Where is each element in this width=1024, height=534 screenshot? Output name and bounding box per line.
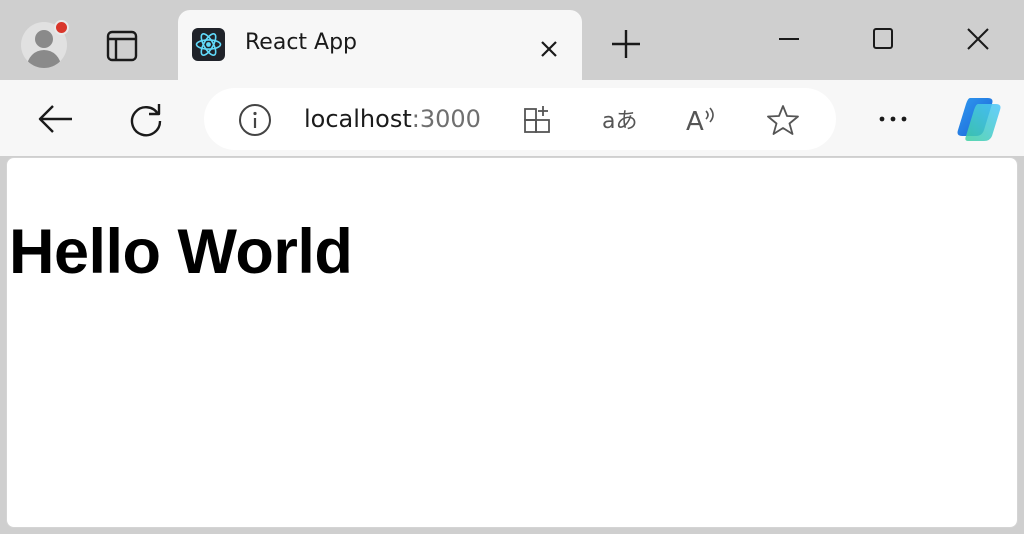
- copilot-icon[interactable]: [952, 94, 1008, 144]
- back-arrow-icon[interactable]: [34, 98, 76, 140]
- minimize-icon[interactable]: [764, 20, 814, 58]
- close-window-icon[interactable]: [952, 20, 1002, 58]
- tab-strip: React App: [0, 0, 1024, 80]
- tab-active[interactable]: React App: [178, 10, 582, 80]
- maximize-icon[interactable]: [858, 20, 908, 58]
- refresh-icon[interactable]: [124, 97, 168, 141]
- page-heading: Hello World: [9, 217, 353, 287]
- read-aloud-icon[interactable]: A: [686, 103, 720, 137]
- svg-text:aあ: aあ: [602, 109, 637, 134]
- sidebar-toggle-icon[interactable]: [100, 26, 144, 66]
- app-available-icon[interactable]: [521, 103, 555, 137]
- react-logo-icon: [192, 28, 225, 61]
- tab-title: React App: [245, 30, 358, 55]
- page-viewport: Hello World: [6, 157, 1018, 528]
- notification-dot: [54, 20, 69, 35]
- info-icon[interactable]: [238, 103, 272, 137]
- url-text[interactable]: localhost:3000: [304, 105, 481, 133]
- url-port: :3000: [411, 105, 481, 133]
- url-host: localhost: [304, 105, 412, 133]
- address-bar[interactable]: localhost:3000 aあ A: [204, 88, 836, 150]
- svg-text:A: A: [686, 107, 704, 137]
- close-icon[interactable]: [534, 34, 564, 64]
- translate-icon[interactable]: aあ: [602, 103, 637, 137]
- new-tab-plus-icon[interactable]: [604, 22, 648, 66]
- star-icon[interactable]: [766, 103, 800, 137]
- more-icon[interactable]: [870, 98, 916, 140]
- navigation-toolbar: localhost:3000 aあ A: [0, 80, 1024, 156]
